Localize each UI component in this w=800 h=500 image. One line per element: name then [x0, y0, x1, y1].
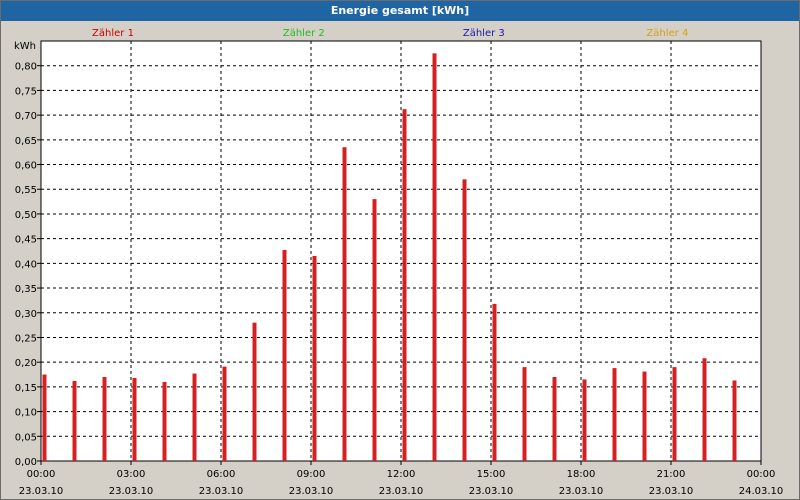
y-tick-label: 0,55	[15, 185, 37, 196]
bar	[492, 303, 497, 461]
y-tick-label: 0,20	[15, 358, 37, 369]
bar	[552, 377, 557, 461]
bar	[282, 250, 287, 461]
bar	[732, 380, 737, 461]
y-tick-label: 0,45	[15, 235, 37, 246]
x-tick-date: 23.03.10	[199, 486, 244, 497]
x-tick-date: 23.03.10	[109, 486, 154, 497]
x-tick-date: 23.03.10	[649, 486, 694, 497]
bar	[702, 358, 707, 461]
x-tick-date: 23.03.10	[469, 486, 514, 497]
y-tick-label: 0,80	[15, 62, 37, 73]
x-tick-time: 18:00	[567, 469, 596, 480]
x-tick-time: 00:00	[747, 469, 776, 480]
legend: Zähler 1 Zähler 2 Zähler 3 Zähler 4	[92, 28, 688, 39]
y-tick-label: 0,40	[15, 259, 37, 270]
x-tick-date: 23.03.10	[559, 486, 604, 497]
bar	[522, 367, 527, 461]
bar	[72, 380, 77, 461]
x-tick-time: 15:00	[477, 469, 506, 480]
bar	[192, 373, 197, 461]
x-tick-time: 12:00	[387, 469, 416, 480]
bar	[222, 366, 227, 461]
bar	[582, 379, 587, 461]
legend-item: Zähler 1	[92, 28, 134, 39]
y-tick-label: 0,60	[15, 161, 37, 172]
energy-chart: 0,00 0,05 0,10 0,15 0,20 0,25 0,30 0,35 0,40 0,45…	[14, 28, 784, 497]
y-axis-ticks: 0,00 0,05 0,10 0,15 0,20 0,25 0,30 0,35 0,40 0,45…	[15, 62, 41, 468]
x-tick-time: 00:00	[27, 469, 56, 480]
bar	[402, 109, 407, 461]
bar	[642, 371, 647, 461]
bar	[672, 367, 677, 461]
bar	[432, 53, 437, 462]
bar	[252, 322, 257, 461]
x-tick-date: 23.03.10	[379, 486, 424, 497]
y-tick-label: 0,05	[15, 432, 37, 443]
y-tick-label: 0,75	[15, 86, 37, 97]
bar	[462, 179, 467, 461]
bar	[612, 368, 617, 461]
legend-item: Zähler 2	[283, 28, 325, 39]
x-tick-time: 09:00	[297, 469, 326, 480]
y-tick-label: 0,30	[15, 309, 37, 320]
x-tick-time: 21:00	[657, 469, 686, 480]
bar	[312, 255, 317, 461]
bar	[372, 199, 377, 461]
bar	[342, 147, 347, 461]
y-tick-label: 0,15	[15, 383, 37, 394]
y-tick-label: 0,10	[15, 408, 37, 419]
x-tick-time: 03:00	[117, 469, 146, 480]
y-tick-label: 0,50	[15, 210, 37, 221]
y-tick-label: 0,25	[15, 333, 37, 344]
y-tick-label: 0,00	[15, 457, 37, 468]
y-tick-label: 0,35	[15, 284, 37, 295]
y-tick-label: 0,65	[15, 136, 37, 147]
x-tick-time: 06:00	[207, 469, 236, 480]
bar	[42, 374, 47, 461]
bar	[102, 377, 107, 461]
legend-item: Zähler 3	[463, 28, 505, 39]
x-axis-ticks: 00:00 23.03.10 03:00 23.03.10 06:00 23.03.10 0…	[19, 461, 784, 497]
x-tick-date: 23.03.10	[19, 486, 64, 497]
x-tick-date: 24.03.10	[739, 486, 784, 497]
y-axis-label: kWh	[14, 41, 36, 52]
bar	[162, 381, 167, 461]
legend-item: Zähler 4	[646, 28, 688, 39]
bar	[132, 377, 137, 461]
y-tick-label: 0,70	[15, 111, 37, 122]
x-tick-date: 23.03.10	[289, 486, 334, 497]
